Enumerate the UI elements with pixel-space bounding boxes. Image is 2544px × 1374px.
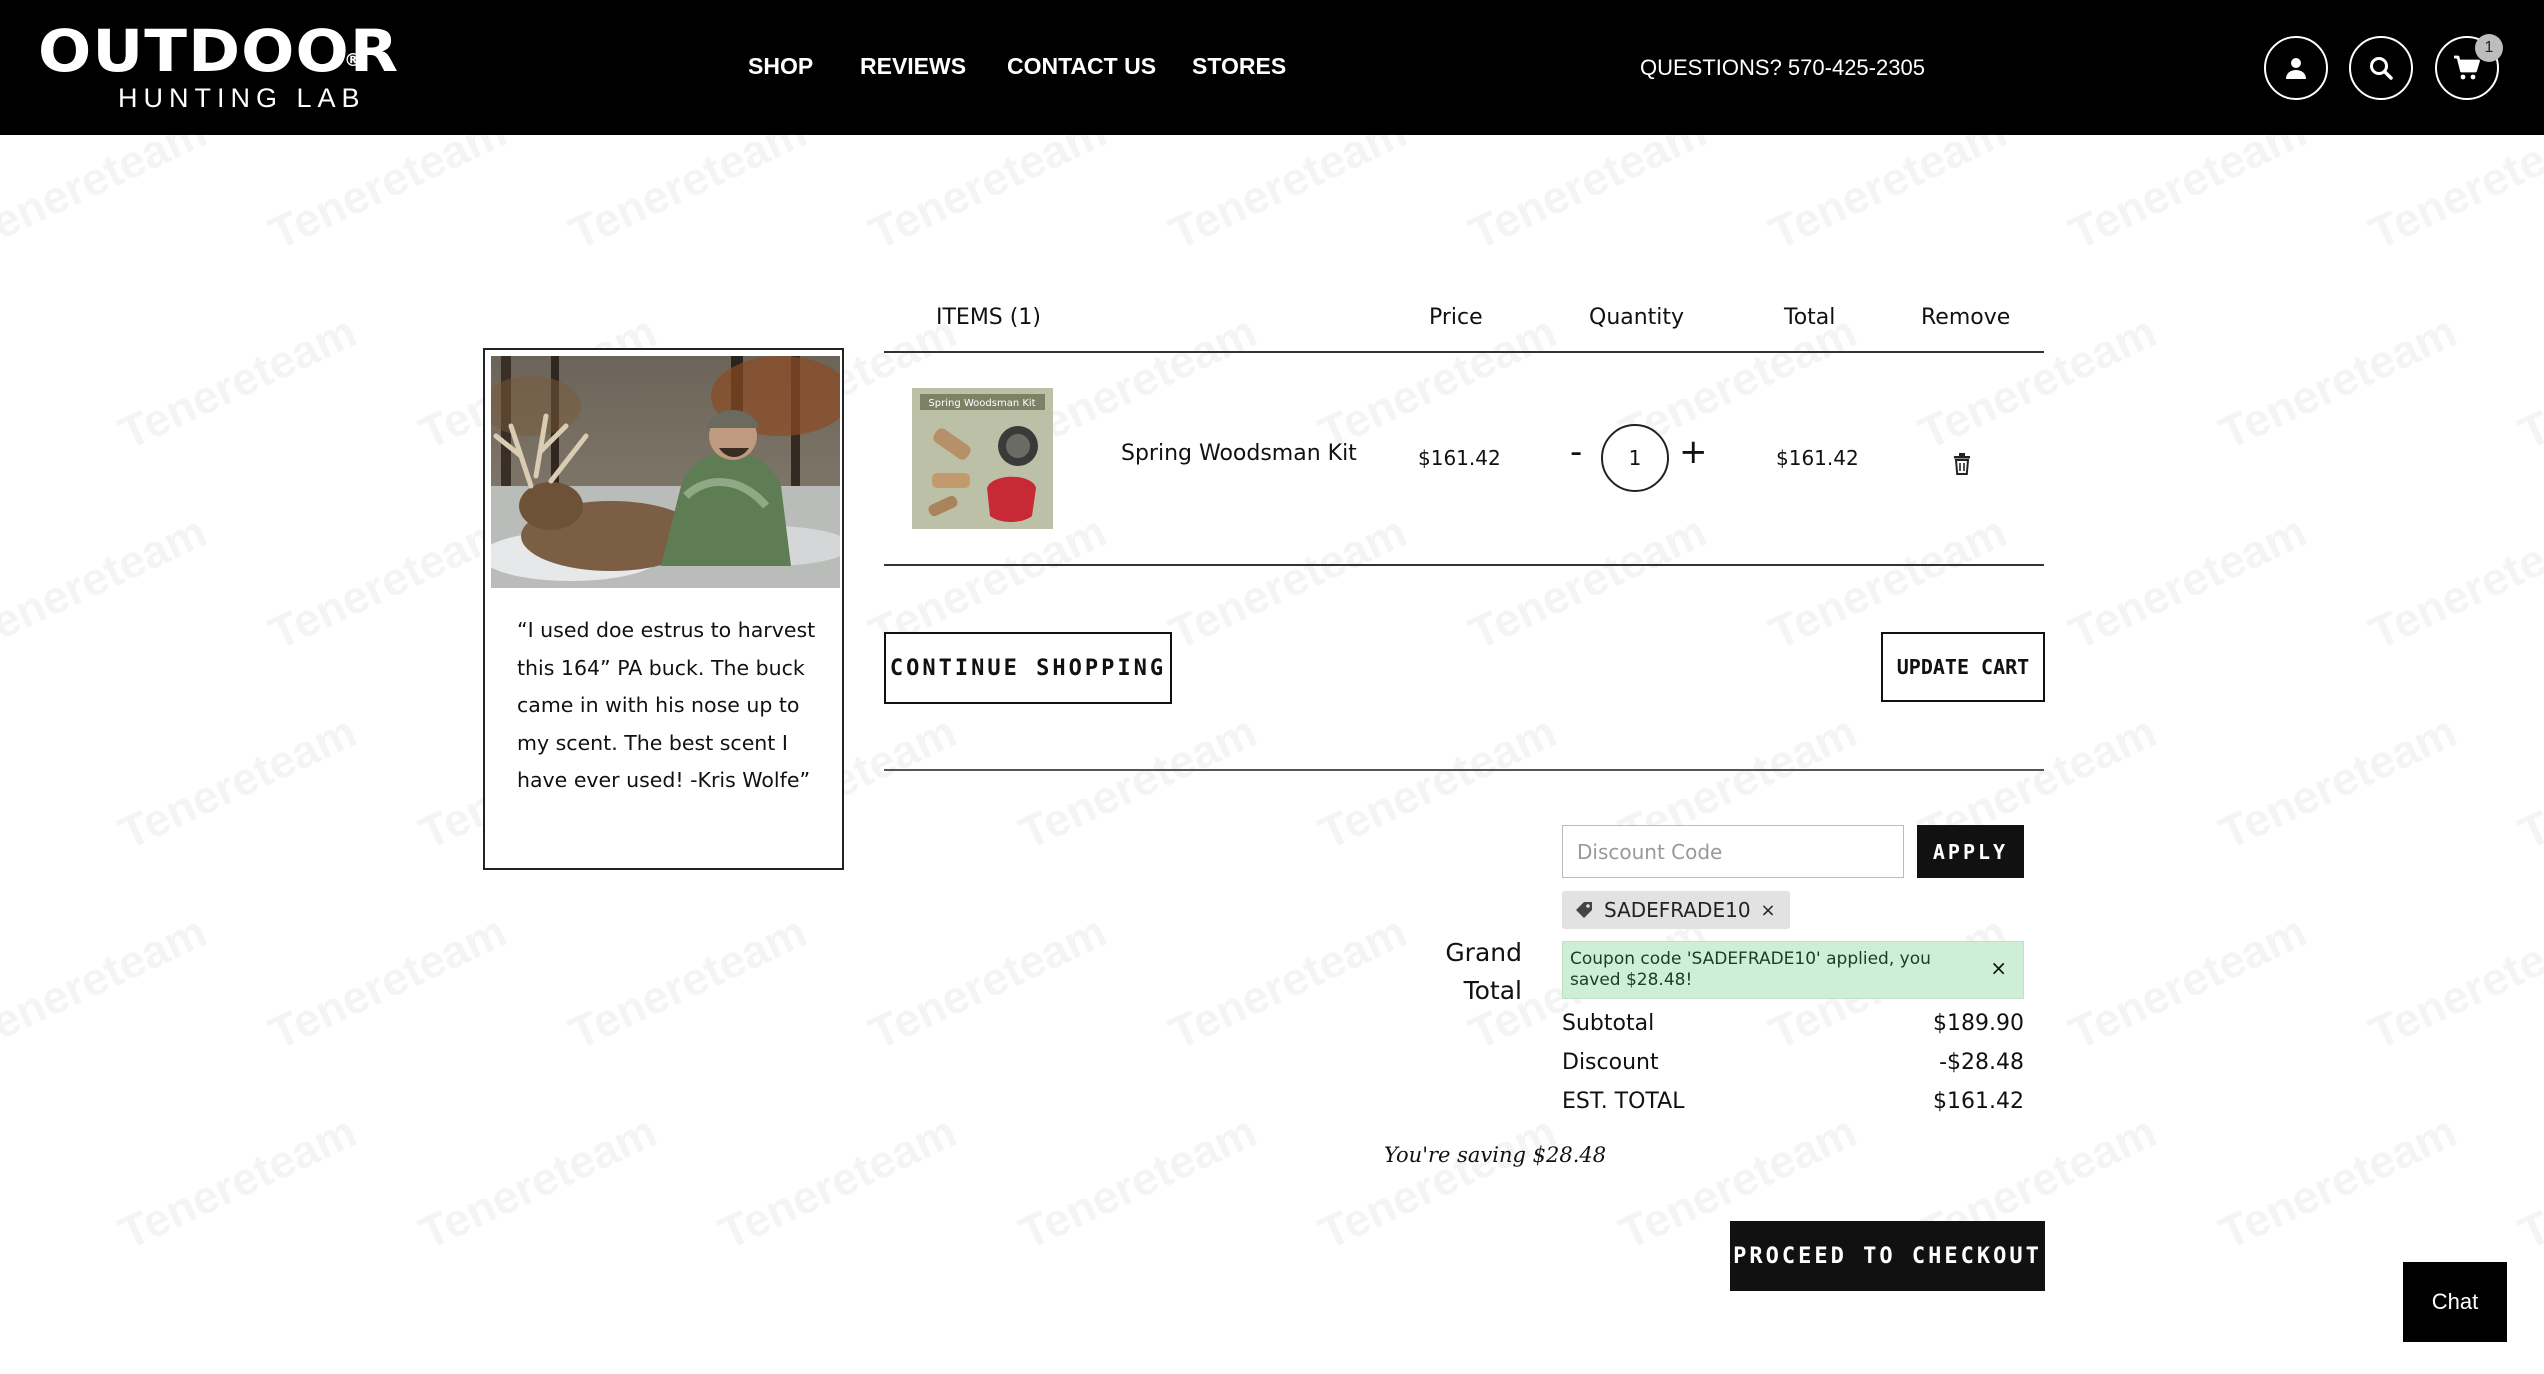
watermark-text: Tenereteam xyxy=(2061,904,2315,1061)
est-total-value: $161.42 xyxy=(1933,1089,2024,1114)
watermark-text: Tenereteam xyxy=(1461,504,1715,661)
quantity-input[interactable] xyxy=(1601,424,1669,492)
hunter-with-buck-image xyxy=(491,356,840,588)
watermark-text: Tenereteam xyxy=(0,135,214,260)
watermark-text: Tenereteam xyxy=(1161,135,1415,260)
logo-registered-mark: ® xyxy=(344,50,362,71)
watermark-text: Tenereteam xyxy=(2511,1104,2544,1261)
watermark-layer: Tenereteam Tenereteam Tenereteam Tenereteam… xyxy=(0,135,2544,1374)
product-name[interactable]: Spring Woodsman Kit xyxy=(1121,440,1357,468)
totals-divider xyxy=(884,769,2044,771)
tag-icon xyxy=(1576,902,1592,918)
watermark-text: Tenereteam xyxy=(111,704,365,861)
phone-questions[interactable]: QUESTIONS? 570-425-2305 xyxy=(1640,54,1925,82)
update-cart-button[interactable]: UPDATE CART xyxy=(1881,632,2045,702)
watermark-text: Tenereteam xyxy=(1761,135,2015,260)
continue-shopping-button[interactable]: CONTINUE SHOPPING xyxy=(884,632,1172,704)
grand-total-heading: Grand Total xyxy=(1445,938,1522,1005)
remove-item-button[interactable] xyxy=(1951,452,1973,476)
search-button[interactable] xyxy=(2349,36,2413,100)
proceed-to-checkout-button[interactable]: PROCEED TO CHECKOUT xyxy=(1730,1221,2045,1291)
table-header-divider xyxy=(884,351,2044,353)
cart-row-divider xyxy=(884,564,2044,566)
watermark-text: Tenereteam xyxy=(2211,704,2465,861)
watermark-text: Tenereteam xyxy=(2211,304,2465,461)
applied-coupon-tag: SADEFRADE10 × xyxy=(1562,891,1790,929)
subtotal-label: Subtotal xyxy=(1562,1011,1655,1036)
cart-count-badge: 1 xyxy=(2475,34,2503,62)
watermark-text: Tenereteam xyxy=(561,135,815,260)
price-column-header: Price xyxy=(1429,305,1483,330)
logo-subtitle: HUNTING LAB xyxy=(118,83,366,113)
alert-close-icon[interactable]: × xyxy=(1990,958,2007,979)
watermark-text: Tenereteam xyxy=(1011,704,1265,861)
savings-note: You're saving $28.48 xyxy=(1384,1143,1607,1167)
quantity-increase-button[interactable]: + xyxy=(1679,432,1708,472)
watermark-text: Tenereteam xyxy=(411,1104,665,1261)
product-thumbnail[interactable]: Spring Woodsman Kit xyxy=(912,388,1053,529)
watermark-text: Tenereteam xyxy=(1311,704,1565,861)
product-price: $161.42 xyxy=(1418,446,1501,470)
watermark-text: Tenereteam xyxy=(261,504,515,661)
quantity-column-header: Quantity xyxy=(1589,305,1685,330)
watermark-text: Tenereteam xyxy=(2361,504,2544,661)
remove-coupon-icon[interactable]: × xyxy=(1761,900,1776,921)
remove-column-header: Remove xyxy=(1921,305,2011,330)
row-total: $161.42 xyxy=(1776,446,1859,470)
total-column-header: Total xyxy=(1784,305,1836,330)
account-button[interactable] xyxy=(2264,36,2328,100)
nav-shop[interactable]: SHOP xyxy=(748,52,813,80)
watermark-text: Tenereteam xyxy=(1311,1104,1565,1261)
apply-discount-button[interactable]: APPLY xyxy=(1917,825,2024,878)
quantity-decrease-button[interactable]: - xyxy=(1570,432,1582,472)
coupon-applied-alert: Coupon code 'SADEFRADE10' applied, you s… xyxy=(1562,941,2024,999)
discount-label: Discount xyxy=(1562,1050,1659,1075)
nav-reviews[interactable]: REVIEWS xyxy=(860,52,966,80)
brand-logo[interactable]: OUTDOOR ® HUNTING LAB xyxy=(38,20,398,120)
nav-stores[interactable]: STORES xyxy=(1192,52,1286,80)
cart-button[interactable]: 1 xyxy=(2435,34,2503,100)
watermark-text: Tenereteam xyxy=(2211,1104,2465,1261)
watermark-text: Tenereteam xyxy=(1161,504,1415,661)
watermark-text: Tenereteam xyxy=(2061,504,2315,661)
account-icon xyxy=(2286,58,2306,79)
watermark-text: Tenereteam xyxy=(2061,135,2315,260)
watermark-text: Tenereteam xyxy=(2361,135,2544,260)
search-icon xyxy=(2370,57,2393,80)
est-total-label: EST. TOTAL xyxy=(1562,1089,1685,1114)
discount-code-input[interactable] xyxy=(1562,825,1904,878)
testimonial-card: “I used doe estrus to harvest this 164” … xyxy=(483,348,844,870)
watermark-text: Tenereteam xyxy=(111,1104,365,1261)
trash-icon xyxy=(1954,453,1970,475)
watermark-text: Tenereteam xyxy=(111,304,365,461)
nav-contact-us[interactable]: CONTACT US xyxy=(1007,52,1156,80)
watermark-text: Tenereteam xyxy=(711,1104,965,1261)
watermark-text: Tenereteam xyxy=(561,904,815,1061)
cart-icon xyxy=(2454,55,2480,80)
watermark-text: Tenereteam xyxy=(0,504,214,661)
watermark-text: Tenereteam xyxy=(2511,704,2544,861)
discount-value: -$28.48 xyxy=(1939,1050,2024,1075)
items-column-header: ITEMS (1) xyxy=(936,305,1041,330)
watermark-text: Tenereteam xyxy=(861,135,1115,260)
subtotal-value: $189.90 xyxy=(1933,1011,2024,1036)
site-header: OUTDOOR ® HUNTING LAB SHOP REVIEWS CONTA… xyxy=(0,0,2544,135)
testimonial-quote: “I used doe estrus to harvest this 164” … xyxy=(517,618,816,792)
coupon-alert-text: Coupon code 'SADEFRADE10' applied, you s… xyxy=(1570,949,1931,990)
watermark-text: Tenereteam xyxy=(2361,904,2544,1061)
watermark-text: Tenereteam xyxy=(261,135,515,260)
watermark-text: Tenereteam xyxy=(0,904,214,1061)
watermark-text: Tenereteam xyxy=(1011,1104,1265,1261)
watermark-text: Tenereteam xyxy=(861,904,1115,1061)
chat-button[interactable]: Chat xyxy=(2403,1262,2507,1342)
coupon-code: SADEFRADE10 xyxy=(1604,898,1751,922)
watermark-text: Tenereteam xyxy=(1461,135,1715,260)
watermark-text: Tenereteam xyxy=(261,904,515,1061)
thumbnail-caption: Spring Woodsman Kit xyxy=(928,398,1035,409)
watermark-text: Tenereteam xyxy=(1161,904,1415,1061)
watermark-text: Tenereteam xyxy=(2511,304,2544,461)
